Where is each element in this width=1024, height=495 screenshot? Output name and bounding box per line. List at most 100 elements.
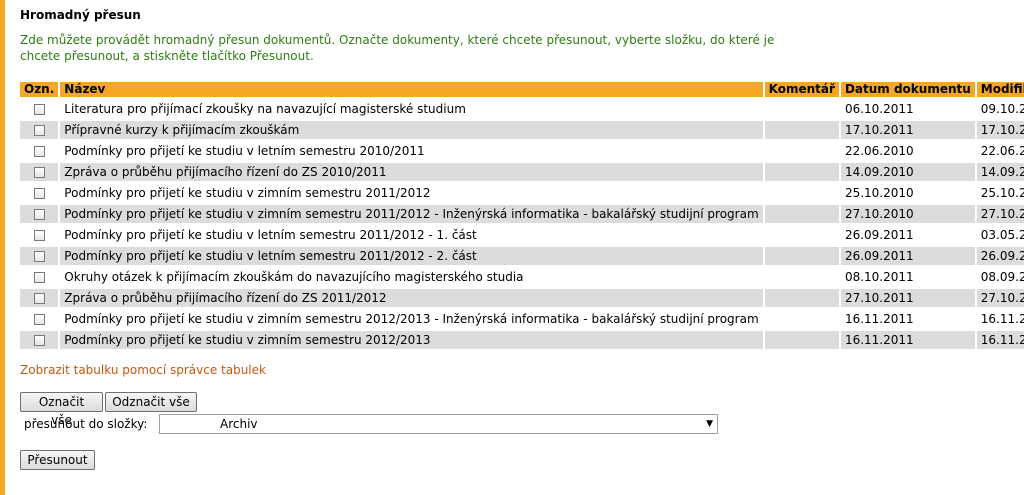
table-row: Zpráva o průběhu přijímacího řízení do Z… (20, 163, 1024, 181)
row-checkbox-cell (20, 289, 61, 307)
row-checkbox[interactable] (33, 188, 45, 199)
row-comment (764, 310, 841, 328)
row-doc-date: 17.10.2011 (840, 121, 977, 139)
row-checkbox[interactable] (33, 251, 45, 262)
chevron-down-icon: ▼ (706, 419, 713, 429)
row-modified: 22.06.2010 (976, 142, 1024, 160)
row-comment (764, 226, 841, 244)
row-doc-date: 25.10.2010 (840, 184, 977, 202)
row-doc-date: 06.10.2011 (840, 100, 977, 118)
header-name: Název (60, 82, 765, 97)
documents-table-body: Literatura pro přijímací zkoušky na nava… (20, 100, 1024, 349)
row-checkbox[interactable] (33, 335, 45, 346)
row-name: Podmínky pro přijetí ke studiu v letním … (60, 142, 765, 160)
row-modified: 08.09.2008 (976, 268, 1024, 286)
row-checkbox[interactable] (33, 230, 45, 241)
row-name: Okruhy otázek k přijímacím zkouškám do n… (60, 268, 765, 286)
row-modified: 27.10.2010 (976, 205, 1024, 223)
row-modified: 27.10.2011 (976, 289, 1024, 307)
row-checkbox-cell (20, 100, 61, 118)
row-doc-date: 27.10.2011 (840, 289, 977, 307)
row-comment (764, 247, 841, 265)
row-modified: 03.05.2011 (976, 226, 1024, 244)
table-row: Podmínky pro přijetí ke studiu v zimním … (20, 184, 1024, 202)
row-checkbox-cell (20, 184, 61, 202)
row-checkbox[interactable] (33, 293, 45, 304)
row-checkbox-cell (20, 331, 61, 349)
row-name: Podmínky pro přijetí ke studiu v letním … (60, 247, 765, 265)
row-comment (764, 142, 841, 160)
row-checkbox-cell (20, 163, 61, 181)
table-row: Zpráva o průběhu přijímacího řízení do Z… (20, 289, 1024, 307)
row-checkbox-cell (20, 142, 61, 160)
left-accent-bar (0, 0, 5, 495)
table-row: Přípravné kurzy k přijímacím zkouškám 17.… (20, 121, 1024, 139)
row-name: Podmínky pro přijetí ke studiu v zimním … (60, 310, 765, 328)
row-checkbox[interactable] (33, 167, 45, 178)
row-checkbox-cell (20, 226, 61, 244)
row-modified: 14.09.2010 (976, 163, 1024, 181)
documents-table: Ozn. Název Komentář Datum dokumentu Modi… (20, 79, 1024, 352)
table-row: Okruhy otázek k přijímacím zkouškám do n… (20, 268, 1024, 286)
row-checkbox[interactable] (33, 272, 45, 283)
row-checkbox[interactable] (33, 125, 45, 136)
row-comment (764, 289, 841, 307)
intro-text: Zde můžete provádět hromadný přesun doku… (20, 33, 775, 63)
table-row: Podmínky pro přijetí ke studiu v letním … (20, 226, 1024, 244)
row-checkbox[interactable] (33, 314, 45, 325)
page-title: Hromadný přesun (20, 8, 141, 22)
table-row: Podmínky pro přijetí ke studiu v zimním … (20, 331, 1024, 349)
row-checkbox[interactable] (33, 146, 45, 157)
row-modified: 17.10.2011 (976, 121, 1024, 139)
header-comment: Komentář (764, 82, 841, 97)
row-doc-date: 26.09.2011 (840, 226, 977, 244)
table-row: Podmínky pro přijetí ke studiu v letním … (20, 247, 1024, 265)
row-modified: 16.11.2011 (976, 310, 1024, 328)
table-row: Podmínky pro přijetí ke studiu v letním … (20, 142, 1024, 160)
row-checkbox-cell (20, 205, 61, 223)
row-comment (764, 121, 841, 139)
table-row: Podmínky pro přijetí ke studiu v zimním … (20, 205, 1024, 223)
row-doc-date: 27.10.2010 (840, 205, 977, 223)
row-doc-date: 16.11.2011 (840, 331, 977, 349)
row-doc-date: 22.06.2010 (840, 142, 977, 160)
row-comment (764, 205, 841, 223)
row-comment (764, 163, 841, 181)
row-name: Podmínky pro přijetí ke studiu v letním … (60, 226, 765, 244)
row-checkbox[interactable] (33, 209, 45, 220)
table-row: Podmínky pro přijetí ke studiu v zimním … (20, 310, 1024, 328)
row-doc-date: 16.11.2011 (840, 310, 977, 328)
table-manager-link[interactable]: Zobrazit tabulku pomocí správce tabulek (20, 363, 266, 377)
folder-select[interactable]: Archiv ▼ (159, 414, 718, 434)
row-checkbox-cell (20, 121, 61, 139)
table-row: Literatura pro přijímací zkoušky na nava… (20, 100, 1024, 118)
unmark-all-button[interactable]: Odznačit vše (105, 392, 197, 412)
row-comment (764, 268, 841, 286)
table-header-row: Ozn. Název Komentář Datum dokumentu Modi… (20, 82, 1024, 97)
header-doc-date: Datum dokumentu (840, 82, 977, 97)
row-name: Zpráva o průběhu přijímacího řízení do Z… (60, 163, 765, 181)
row-name: Podmínky pro přijetí ke studiu v zimním … (60, 205, 765, 223)
row-name: Podmínky pro přijetí ke studiu v zimním … (60, 184, 765, 202)
row-checkbox[interactable] (33, 104, 45, 115)
row-checkbox-cell (20, 247, 61, 265)
row-checkbox-cell (20, 310, 61, 328)
row-doc-date: 08.10.2011 (840, 268, 977, 286)
row-modified: 25.10.2010 (976, 184, 1024, 202)
row-modified: 16.11.2011 (976, 331, 1024, 349)
row-doc-date: 26.09.2011 (840, 247, 977, 265)
row-name: Zpráva o průběhu přijímacího řízení do Z… (60, 289, 765, 307)
folder-select-value: Archiv (220, 417, 258, 431)
move-button[interactable]: Přesunout (20, 450, 95, 470)
mark-all-button[interactable]: Označit vše (20, 392, 103, 427)
row-doc-date: 14.09.2010 (840, 163, 977, 181)
row-comment (764, 100, 841, 118)
header-modified: Modifikace (976, 82, 1024, 97)
row-name: Přípravné kurzy k přijímacím zkouškám (60, 121, 765, 139)
row-name: Literatura pro přijímací zkoušky na nava… (60, 100, 765, 118)
row-checkbox-cell (20, 268, 61, 286)
row-modified: 26.09.2011 (976, 247, 1024, 265)
header-mark: Ozn. (20, 82, 61, 97)
folder-label: přesunout do složky: (24, 417, 148, 431)
row-comment (764, 184, 841, 202)
